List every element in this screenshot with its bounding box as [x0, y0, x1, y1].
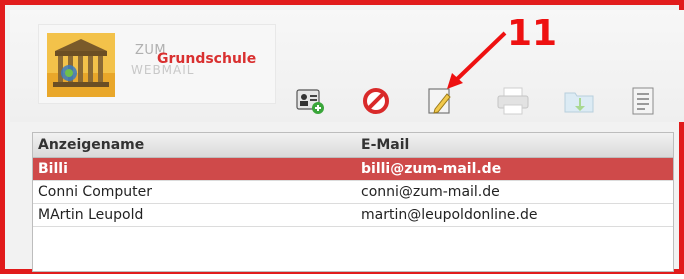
contact-name: Billi	[38, 161, 68, 177]
column-header-name[interactable]: Anzeigename	[38, 137, 144, 153]
contact-name: Conni Computer	[38, 184, 153, 200]
highlight-frame: ZUM WEBMAIL Grundschule 11 Anzeigename E…	[0, 0, 684, 274]
contact-email: martin@leupoldonline.de	[361, 207, 538, 223]
table-row[interactable]: MArtin Leupold martin@leupoldonline.de	[33, 204, 673, 227]
column-header-email[interactable]: E-Mail	[361, 137, 409, 153]
contacts-table: Anzeigename E-Mail Billi billi@zum-mail.…	[32, 132, 674, 272]
contact-email: conni@zum-mail.de	[361, 184, 500, 200]
table-header: Anzeigename E-Mail	[33, 133, 673, 158]
table-row[interactable]: Conni Computer conni@zum-mail.de	[33, 181, 673, 204]
table-row[interactable]: Billi billi@zum-mail.de	[33, 158, 673, 181]
contact-email: billi@zum-mail.de	[361, 161, 502, 177]
contact-name: MArtin Leupold	[38, 207, 144, 223]
